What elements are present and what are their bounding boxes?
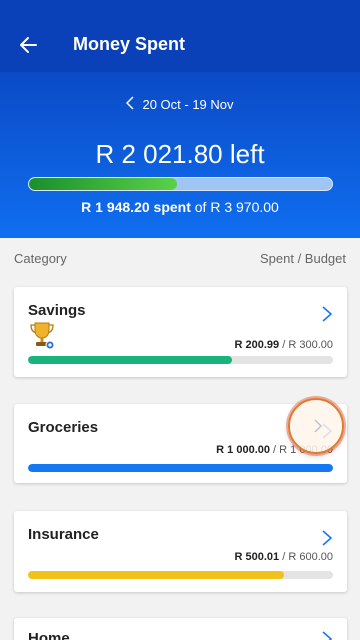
category-progress-bar	[28, 356, 333, 364]
separator: /	[270, 444, 280, 456]
chevron-left-icon[interactable]	[126, 96, 134, 110]
category-progress-fill	[28, 464, 333, 472]
period-selector[interactable]: 20 Oct - 19 Nov	[0, 96, 360, 112]
category-budget: R 600.00	[288, 551, 333, 563]
category-card-home[interactable]: Home	[14, 618, 347, 640]
spent-budget-values: R 200.99 / R 300.00	[235, 339, 333, 351]
category-progress-bar	[28, 464, 333, 472]
budget-progress-bar	[28, 177, 333, 191]
chevron-right-icon	[314, 419, 322, 433]
touch-indicator	[288, 398, 344, 454]
spent-summary: R 1 948.20 spent of R 3 970.00	[0, 199, 360, 215]
category-name: Savings	[28, 302, 86, 319]
of-label: of	[194, 199, 207, 215]
category-budget: R 300.00	[288, 339, 333, 351]
chevron-right-icon[interactable]	[321, 305, 333, 323]
separator: /	[279, 551, 289, 563]
amount-left: R 2 021.80 left	[95, 139, 265, 169]
budget-progress-fill	[29, 178, 178, 190]
period-label: 20 Oct - 19 Nov	[142, 97, 234, 112]
arrow-left-icon[interactable]	[18, 33, 38, 57]
chevron-right-icon[interactable]	[321, 529, 333, 547]
chevron-right-icon[interactable]	[321, 630, 333, 640]
category-progress-fill	[28, 356, 233, 364]
category-spent: R 200.99	[234, 339, 280, 351]
category-spent: R 500.01	[234, 551, 280, 563]
budget-amount: R 3 970.00	[210, 199, 279, 215]
spent-amount: R 1 948.20 spent	[81, 199, 191, 215]
category-column-header: Category	[14, 251, 67, 266]
trophy-icon	[30, 322, 55, 350]
app-bar: Money Spent	[0, 0, 360, 72]
separator: /	[279, 339, 289, 351]
category-progress-fill	[28, 571, 285, 579]
category-card-insurance[interactable]: Insurance R 500.01 / R 600.00	[14, 511, 347, 592]
category-name: Home	[28, 630, 70, 640]
category-name: Groceries	[28, 419, 99, 436]
summary-panel: 20 Oct - 19 Nov R 2 021.80 left R 1 948.…	[0, 72, 360, 238]
spent-budget-values: R 500.01 / R 600.00	[235, 551, 333, 563]
category-progress-bar	[28, 571, 333, 579]
page-title: Money Spent	[73, 34, 186, 54]
category-name: Insurance	[28, 526, 99, 543]
spent-budget-column-header: Spent / Budget	[259, 251, 346, 266]
category-card-savings[interactable]: Savings R 200.99 / R 300.00	[14, 287, 347, 377]
category-spent: R 1 000.00	[216, 444, 270, 456]
